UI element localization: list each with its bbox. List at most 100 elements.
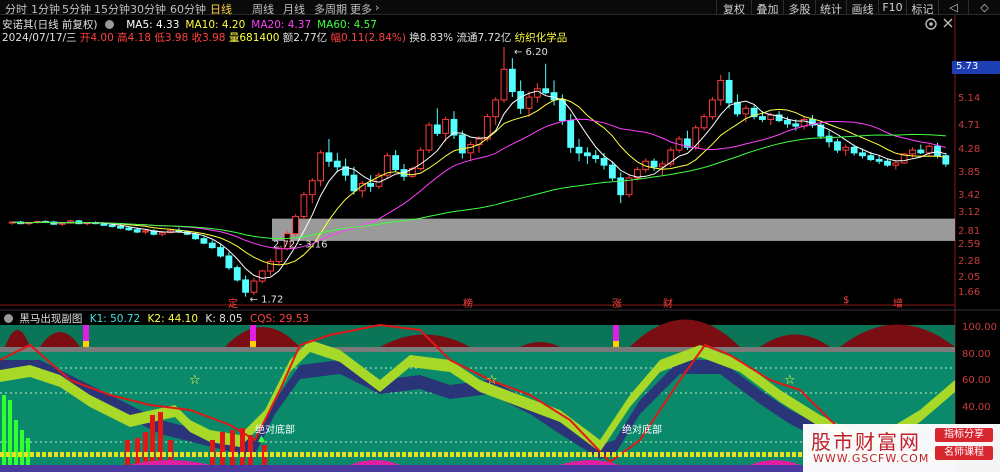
candle-body [925,145,933,154]
baseline-dot [312,452,316,457]
baseline-dot [162,452,166,457]
red-bar [158,412,163,465]
range-annotation: 2.72 - 3.16 [273,240,328,251]
indicator-header: 黑马出现副图 K1: 50.72 K2: 44.10 K: 8.05 CQS: … [4,311,309,326]
baseline-dot [276,452,280,457]
candle-body [308,180,316,196]
baseline-dot [762,452,766,457]
baseline-dot [360,452,364,457]
baseline-dot [576,452,580,457]
baseline-dot [480,452,484,457]
baseline-dot [432,452,436,457]
candle-body [233,267,241,281]
indicator-share-button[interactable]: 指标分享 [935,428,993,442]
candle-body [58,222,66,225]
baseline-dot [60,452,64,457]
baseline-dot [546,452,550,457]
site-watermark: 股市财富网 WWW.GSCFW.COM 指标分享 名师课程 [803,424,1000,472]
red-bar [143,432,148,465]
baseline-dot [234,452,238,457]
candle-body [133,229,141,233]
baseline-dot [612,452,616,457]
candle-body [725,79,733,104]
candle-body [475,138,483,146]
candle-body [767,114,775,120]
candle-body [467,144,475,154]
baseline-dot [792,452,796,457]
current-price-tag: 5.73 [952,61,1000,74]
baseline-dot [498,452,502,457]
event-marker[interactable]: 增 [893,295,903,310]
baseline-dot [216,452,220,457]
baseline-dot [12,452,16,457]
baseline-dot [756,452,760,457]
baseline-dot [138,452,142,457]
candle-body [784,120,791,125]
baseline-dot [396,452,400,457]
range-band [272,218,955,241]
baseline-dot [684,452,688,457]
settings-circle-icon[interactable] [4,314,13,323]
candle-body [583,152,591,157]
baseline-dot [768,452,772,457]
baseline-dot [534,452,538,457]
candle-body [317,152,325,182]
star-icon: ☆ [784,373,796,388]
baseline-dot [390,452,394,457]
baseline-dot [300,452,304,457]
candle-body [533,88,541,98]
baseline-dot [570,452,574,457]
baseline-dot [174,452,178,457]
candle-body [650,160,658,168]
baseline-dot [456,452,460,457]
baseline-dot [618,452,622,457]
baseline-dot [414,452,418,457]
baseline-dot [702,452,706,457]
green-bar [14,420,18,465]
price-tick-label: 4.28 [958,144,981,155]
baseline-dot [210,452,214,457]
candlestick-chart[interactable]: ← 6.20 ← 1.72 2.72 - 3.16 [0,0,1000,472]
baseline-dot [630,452,634,457]
baseline-dot [90,452,94,457]
baseline-dot [654,452,658,457]
event-marker[interactable]: $ [843,295,849,306]
candle-body [350,174,358,192]
candle-body [842,146,850,151]
baseline-dot [108,452,112,457]
event-marker[interactable]: 定 [228,295,238,310]
red-bar [135,438,140,465]
event-marker[interactable]: 涨 [612,295,622,310]
event-marker[interactable]: 财 [663,295,673,310]
baseline-dot [168,452,172,457]
baseline-dot [690,452,694,457]
candle-body [508,68,516,93]
baseline-dot [354,452,358,457]
candle-body [425,124,433,151]
baseline-dot [132,452,136,457]
candle-body [392,155,400,171]
candle-body [742,107,750,115]
indicator-tick-label: 40.00 [962,402,991,413]
baseline-dot [54,452,58,457]
baseline-dot [126,452,130,457]
baseline-dot [204,452,208,457]
price-tick-label: 5.14 [958,93,981,104]
baseline-dot [42,452,46,457]
candle-body [300,194,308,217]
baseline-dot [6,452,10,457]
candle-body [875,159,883,162]
baseline-dot [564,452,568,457]
candle-body [692,127,700,148]
baseline-dot [240,452,244,457]
baseline-dot [606,452,610,457]
baseline-dot [288,452,292,457]
baseline-dot [450,452,454,457]
candle-body [367,183,375,187]
price-tick-label: 1.66 [958,287,981,298]
baseline-dot [780,452,784,457]
event-marker[interactable]: 榜 [463,295,473,310]
teacher-course-button[interactable]: 名师课程 [935,446,993,460]
signal-sub-label: ▲ [258,434,265,444]
baseline-dot [636,452,640,457]
